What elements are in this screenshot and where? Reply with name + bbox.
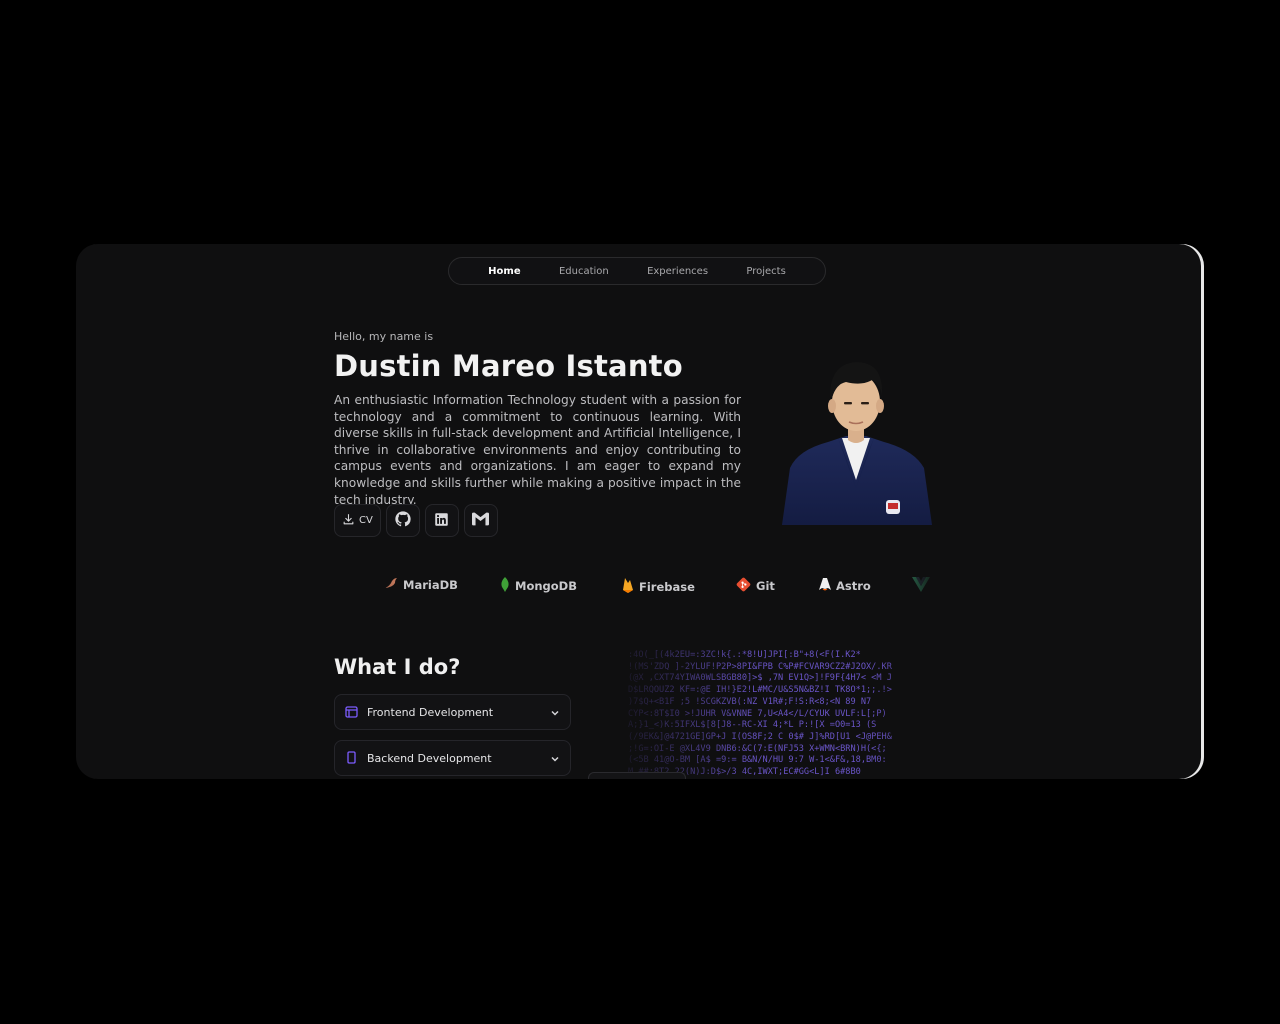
tech-label: Git — [756, 579, 775, 593]
accordion-label: Frontend Development — [367, 705, 494, 719]
linkedin-button[interactable] — [424, 504, 459, 537]
tech-label: Astro — [836, 579, 871, 593]
accordion-label: Backend Development — [367, 751, 492, 765]
marquee-fade-left — [334, 570, 394, 600]
tech-stack-marquee: MariaDB MongoDB Firebase Git Astro — [334, 570, 938, 600]
marquee-fade-right — [878, 570, 938, 600]
bio-text: An enthusiastic Information Technology s… — [334, 393, 741, 507]
nav-experiences[interactable]: Experiences — [647, 266, 708, 277]
tech-label: Firebase — [639, 579, 695, 594]
cv-label: CV — [359, 515, 373, 526]
tech-label: MariaDB — [403, 577, 458, 592]
tech-item-mongodb: MongoDB — [500, 577, 577, 595]
github-button[interactable] — [385, 504, 420, 537]
nav-projects[interactable]: Projects — [746, 266, 785, 277]
nav-home[interactable]: Home — [488, 266, 520, 277]
social-links: CV — [334, 504, 498, 537]
gmail-icon — [472, 512, 490, 529]
floating-toolbar[interactable] — [588, 772, 686, 779]
gmail-button[interactable] — [463, 504, 498, 537]
download-cv-button[interactable]: CV — [334, 504, 381, 537]
tech-item-git: Git — [736, 577, 775, 595]
tech-item-mariadb: MariaDB — [384, 577, 458, 592]
accordion-backend[interactable]: Backend Development — [334, 740, 571, 776]
tech-label: MongoDB — [515, 579, 577, 593]
browser-window-icon — [345, 703, 358, 722]
astro-icon — [819, 577, 831, 595]
tech-item-astro: Astro — [819, 577, 871, 595]
linkedin-icon — [434, 512, 449, 530]
download-icon — [342, 513, 355, 529]
browser-viewport: Home Education Experiences Projects Hell… — [76, 244, 1204, 779]
github-icon — [395, 511, 411, 530]
matrix-code-animation: :4O(_[(4k2EU=:3ZC!k{.:*8!U]JPI[:B"+8(<F(… — [628, 650, 892, 778]
profile-photo — [782, 362, 932, 525]
nav-education[interactable]: Education — [559, 266, 609, 277]
section-title: What I do? — [334, 655, 461, 679]
tech-item-firebase: Firebase — [622, 577, 695, 596]
greeting-text: Hello, my name is — [334, 330, 434, 343]
firebase-icon — [622, 577, 634, 596]
accordion-frontend[interactable]: Frontend Development — [334, 694, 571, 730]
mongodb-icon — [500, 577, 510, 595]
chevron-down-icon — [550, 703, 560, 722]
server-icon — [345, 749, 358, 768]
page-title: Dustin Mareo Istanto — [334, 349, 683, 383]
chevron-down-icon — [550, 749, 560, 768]
top-nav: Home Education Experiences Projects — [448, 257, 826, 285]
git-icon — [736, 577, 751, 595]
